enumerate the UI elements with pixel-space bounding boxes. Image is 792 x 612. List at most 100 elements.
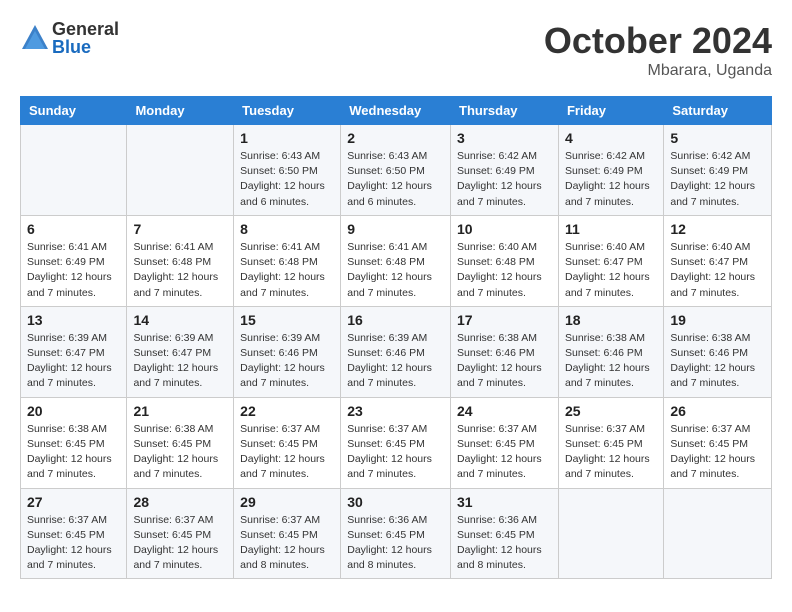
day-number: 20 — [27, 403, 120, 419]
day-of-week-header: Wednesday — [341, 97, 451, 125]
day-info: Sunrise: 6:39 AM Sunset: 6:47 PM Dayligh… — [27, 331, 120, 392]
day-number: 15 — [240, 312, 334, 328]
day-info: Sunrise: 6:41 AM Sunset: 6:48 PM Dayligh… — [240, 240, 334, 301]
day-number: 13 — [27, 312, 120, 328]
logo-icon — [20, 23, 50, 53]
calendar-cell — [558, 488, 663, 579]
calendar-cell: 31 Sunrise: 6:36 AM Sunset: 6:45 PM Dayli… — [451, 488, 559, 579]
day-number: 30 — [347, 494, 444, 510]
calendar-cell: 15 Sunrise: 6:39 AM Sunset: 6:46 PM Dayli… — [234, 306, 341, 397]
day-info: Sunrise: 6:41 AM Sunset: 6:48 PM Dayligh… — [347, 240, 444, 301]
day-info: Sunrise: 6:39 AM Sunset: 6:47 PM Dayligh… — [133, 331, 227, 392]
day-info: Sunrise: 6:37 AM Sunset: 6:45 PM Dayligh… — [457, 422, 552, 483]
day-number: 31 — [457, 494, 552, 510]
day-number: 2 — [347, 130, 444, 146]
calendar-cell: 26Sunrise: 6:37 AM Sunset: 6:45 PM Dayli… — [664, 397, 772, 488]
day-info: Sunrise: 6:37 AM Sunset: 6:45 PM Dayligh… — [133, 513, 227, 574]
calendar-week-row: 20 Sunrise: 6:38 AM Sunset: 6:45 PM Dayli… — [21, 397, 772, 488]
day-number: 25 — [565, 403, 657, 419]
day-number: 11 — [565, 221, 657, 237]
day-number: 23 — [347, 403, 444, 419]
day-info: Sunrise: 6:38 AM Sunset: 6:46 PM Dayligh… — [670, 331, 765, 392]
day-number: 19 — [670, 312, 765, 328]
day-info: Sunrise: 6:43 AM Sunset: 6:50 PM Dayligh… — [347, 149, 444, 210]
day-number: 28 — [133, 494, 227, 510]
day-number: 9 — [347, 221, 444, 237]
day-info: Sunrise: 6:42 AM Sunset: 6:49 PM Dayligh… — [670, 149, 765, 210]
logo-general-text: General — [52, 20, 119, 38]
logo-blue-text: Blue — [52, 38, 119, 56]
calendar-cell: 17 Sunrise: 6:38 AM Sunset: 6:46 PM Dayli… — [451, 306, 559, 397]
day-number: 26 — [670, 403, 765, 419]
day-number: 10 — [457, 221, 552, 237]
day-of-week-header: Thursday — [451, 97, 559, 125]
calendar-cell: 7 Sunrise: 6:41 AM Sunset: 6:48 PM Daylig… — [127, 215, 234, 306]
day-info: Sunrise: 6:38 AM Sunset: 6:46 PM Dayligh… — [457, 331, 552, 392]
day-number: 5 — [670, 130, 765, 146]
calendar-cell — [127, 125, 234, 216]
calendar-cell: 9 Sunrise: 6:41 AM Sunset: 6:48 PM Daylig… — [341, 215, 451, 306]
day-of-week-header: Tuesday — [234, 97, 341, 125]
calendar-header-row: SundayMondayTuesdayWednesdayThursdayFrid… — [21, 97, 772, 125]
day-number: 22 — [240, 403, 334, 419]
calendar-cell: 27Sunrise: 6:37 AM Sunset: 6:45 PM Dayli… — [21, 488, 127, 579]
day-number: 8 — [240, 221, 334, 237]
calendar-cell: 3 Sunrise: 6:42 AM Sunset: 6:49 PM Daylig… — [451, 125, 559, 216]
location: Mbarara, Uganda — [544, 62, 772, 80]
day-of-week-header: Monday — [127, 97, 234, 125]
calendar-cell: 19 Sunrise: 6:38 AM Sunset: 6:46 PM Dayli… — [664, 306, 772, 397]
day-info: Sunrise: 6:42 AM Sunset: 6:49 PM Dayligh… — [457, 149, 552, 210]
day-number: 21 — [133, 403, 227, 419]
day-info: Sunrise: 6:39 AM Sunset: 6:46 PM Dayligh… — [240, 331, 334, 392]
calendar-week-row: 13 Sunrise: 6:39 AM Sunset: 6:47 PM Dayli… — [21, 306, 772, 397]
calendar-cell: 18Sunrise: 6:38 AM Sunset: 6:46 PM Dayli… — [558, 306, 663, 397]
day-number: 29 — [240, 494, 334, 510]
calendar-table: SundayMondayTuesdayWednesdayThursdayFrid… — [20, 96, 772, 579]
calendar-cell: 12Sunrise: 6:40 AM Sunset: 6:47 PM Dayli… — [664, 215, 772, 306]
calendar-cell: 28 Sunrise: 6:37 AM Sunset: 6:45 PM Dayli… — [127, 488, 234, 579]
title-block: October 2024 Mbarara, Uganda — [544, 20, 772, 80]
day-info: Sunrise: 6:38 AM Sunset: 6:45 PM Dayligh… — [133, 422, 227, 483]
day-number: 18 — [565, 312, 657, 328]
day-info: Sunrise: 6:41 AM Sunset: 6:48 PM Dayligh… — [133, 240, 227, 301]
month-title: October 2024 — [544, 20, 772, 62]
calendar-week-row: 27Sunrise: 6:37 AM Sunset: 6:45 PM Dayli… — [21, 488, 772, 579]
day-info: Sunrise: 6:40 AM Sunset: 6:47 PM Dayligh… — [565, 240, 657, 301]
calendar-cell: 8 Sunrise: 6:41 AM Sunset: 6:48 PM Daylig… — [234, 215, 341, 306]
calendar-cell: 22 Sunrise: 6:37 AM Sunset: 6:45 PM Dayli… — [234, 397, 341, 488]
day-info: Sunrise: 6:39 AM Sunset: 6:46 PM Dayligh… — [347, 331, 444, 392]
day-number: 1 — [240, 130, 334, 146]
calendar-cell: 4 Sunrise: 6:42 AM Sunset: 6:49 PM Daylig… — [558, 125, 663, 216]
day-info: Sunrise: 6:38 AM Sunset: 6:45 PM Dayligh… — [27, 422, 120, 483]
calendar-cell: 14 Sunrise: 6:39 AM Sunset: 6:47 PM Dayli… — [127, 306, 234, 397]
calendar-cell: 2 Sunrise: 6:43 AM Sunset: 6:50 PM Daylig… — [341, 125, 451, 216]
day-number: 14 — [133, 312, 227, 328]
day-info: Sunrise: 6:36 AM Sunset: 6:45 PM Dayligh… — [457, 513, 552, 574]
day-number: 3 — [457, 130, 552, 146]
day-number: 24 — [457, 403, 552, 419]
day-info: Sunrise: 6:40 AM Sunset: 6:48 PM Dayligh… — [457, 240, 552, 301]
day-info: Sunrise: 6:40 AM Sunset: 6:47 PM Dayligh… — [670, 240, 765, 301]
day-number: 7 — [133, 221, 227, 237]
calendar-cell: 20 Sunrise: 6:38 AM Sunset: 6:45 PM Dayli… — [21, 397, 127, 488]
calendar-cell: 30 Sunrise: 6:36 AM Sunset: 6:45 PM Dayli… — [341, 488, 451, 579]
calendar-cell: 13 Sunrise: 6:39 AM Sunset: 6:47 PM Dayli… — [21, 306, 127, 397]
day-info: Sunrise: 6:37 AM Sunset: 6:45 PM Dayligh… — [565, 422, 657, 483]
calendar-cell — [21, 125, 127, 216]
day-of-week-header: Friday — [558, 97, 663, 125]
day-info: Sunrise: 6:41 AM Sunset: 6:49 PM Dayligh… — [27, 240, 120, 301]
calendar-cell: 29 Sunrise: 6:37 AM Sunset: 6:45 PM Dayli… — [234, 488, 341, 579]
day-info: Sunrise: 6:37 AM Sunset: 6:45 PM Dayligh… — [240, 513, 334, 574]
calendar-cell: 16Sunrise: 6:39 AM Sunset: 6:46 PM Dayli… — [341, 306, 451, 397]
calendar-week-row: 6 Sunrise: 6:41 AM Sunset: 6:49 PM Daylig… — [21, 215, 772, 306]
calendar-cell: 1 Sunrise: 6:43 AM Sunset: 6:50 PM Daylig… — [234, 125, 341, 216]
page-header: General Blue October 2024 Mbarara, Ugand… — [20, 20, 772, 80]
day-info: Sunrise: 6:42 AM Sunset: 6:49 PM Dayligh… — [565, 149, 657, 210]
day-number: 6 — [27, 221, 120, 237]
day-info: Sunrise: 6:36 AM Sunset: 6:45 PM Dayligh… — [347, 513, 444, 574]
day-info: Sunrise: 6:37 AM Sunset: 6:45 PM Dayligh… — [240, 422, 334, 483]
day-number: 4 — [565, 130, 657, 146]
calendar-cell: 23Sunrise: 6:37 AM Sunset: 6:45 PM Dayli… — [341, 397, 451, 488]
day-info: Sunrise: 6:43 AM Sunset: 6:50 PM Dayligh… — [240, 149, 334, 210]
day-number: 17 — [457, 312, 552, 328]
